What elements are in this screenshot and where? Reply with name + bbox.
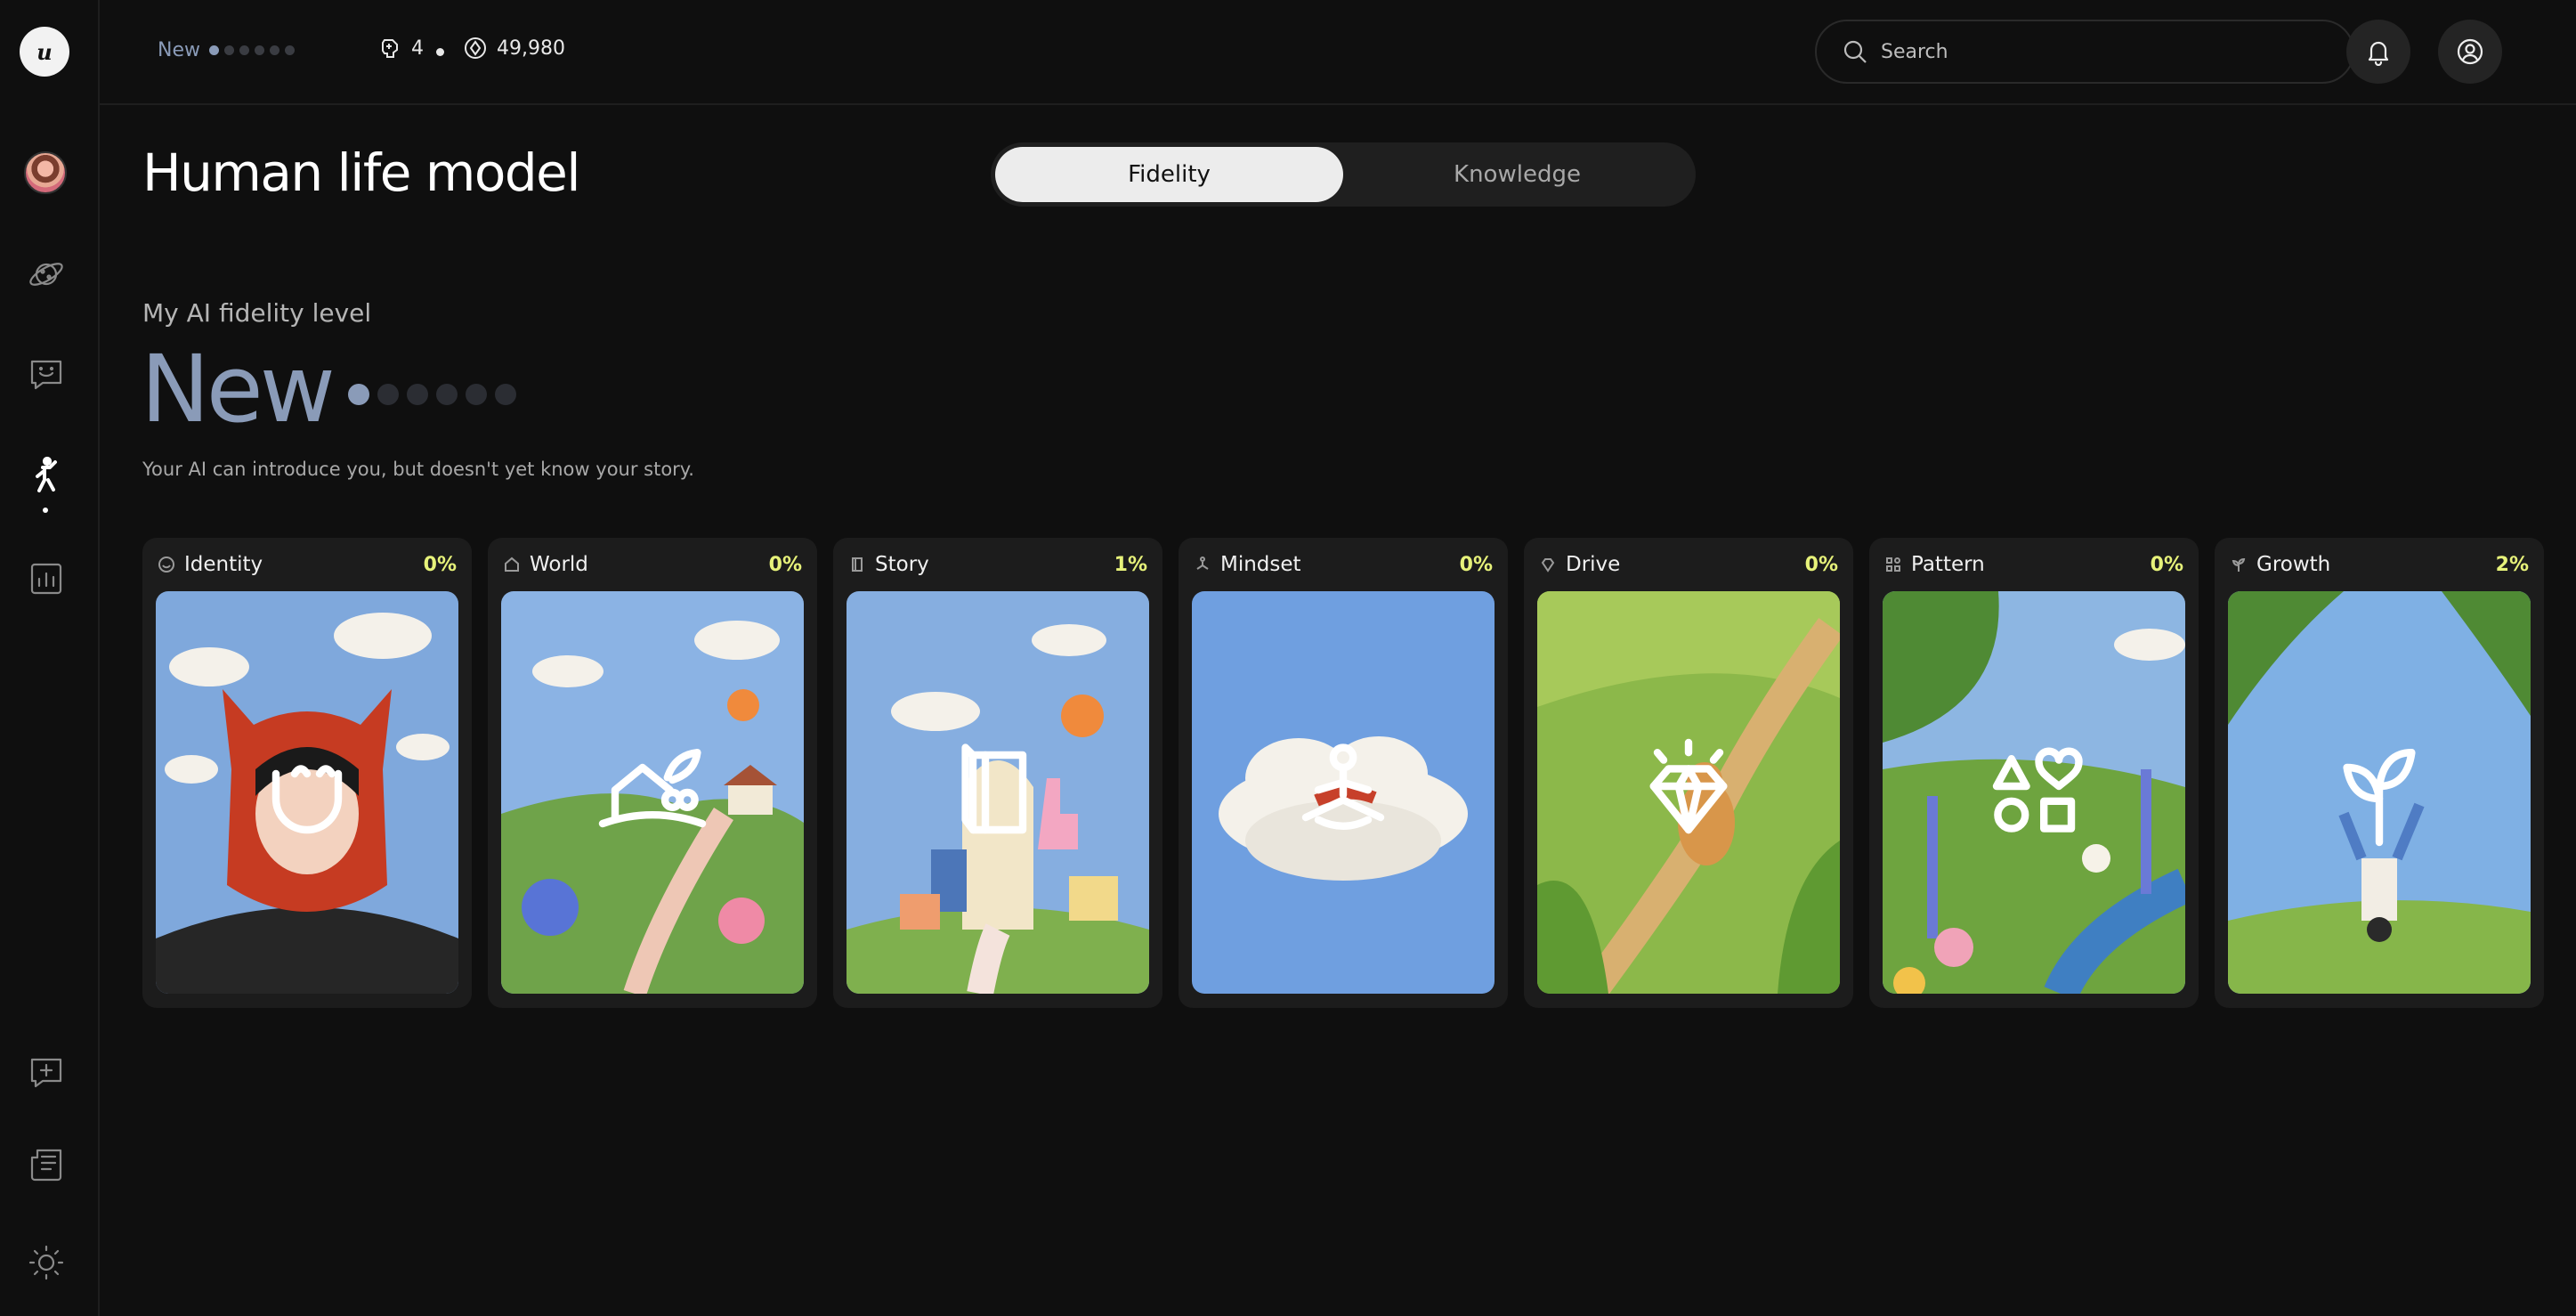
profile-button[interactable] bbox=[2438, 20, 2502, 84]
sidebar-item-stats[interactable] bbox=[21, 554, 71, 604]
sidebar-item-explore[interactable] bbox=[21, 249, 71, 299]
chart-icon bbox=[30, 563, 62, 595]
sun-icon bbox=[28, 1245, 64, 1280]
top-bar: New 4 49,980 bbox=[100, 0, 2576, 105]
card-story[interactable]: Story 1% bbox=[833, 538, 1162, 1008]
shapes-icon bbox=[1886, 557, 1900, 572]
search-icon bbox=[1843, 40, 1867, 63]
card-percent: 1% bbox=[1114, 553, 1147, 576]
card-name: Mindset bbox=[1220, 553, 1301, 576]
level-indicator: New bbox=[158, 39, 295, 61]
sidebar-item-chat[interactable] bbox=[21, 349, 71, 399]
sprout-icon bbox=[2232, 557, 2246, 572]
level-dot bbox=[347, 384, 369, 405]
category-cards: Identity 0% World 0% Story 1% Mindset 0%… bbox=[142, 538, 2544, 1008]
level-dot bbox=[239, 45, 249, 55]
house-icon bbox=[505, 556, 519, 572]
identity-glyph-icon bbox=[271, 765, 343, 834]
card-world[interactable]: World 0% bbox=[488, 538, 817, 1008]
fidelity-level: New bbox=[141, 343, 516, 435]
user-circle-icon bbox=[2457, 38, 2483, 65]
search-bar[interactable] bbox=[1815, 20, 2354, 84]
level-dot bbox=[494, 384, 516, 405]
card-name: Story bbox=[875, 553, 929, 576]
notifications-button[interactable] bbox=[2346, 20, 2410, 84]
coin-icon bbox=[465, 37, 486, 59]
card-growth[interactable]: Growth 2% bbox=[2215, 538, 2544, 1008]
card-drive[interactable]: Drive 0% bbox=[1524, 538, 1853, 1008]
card-name: World bbox=[530, 553, 588, 576]
world-glyph-icon bbox=[598, 749, 707, 828]
planet-icon bbox=[29, 263, 63, 286]
card-percent: 0% bbox=[1804, 553, 1838, 576]
fidelity-label: My AI fidelity level bbox=[142, 298, 372, 328]
drive-glyph-icon bbox=[1649, 738, 1728, 834]
chat-plus-icon bbox=[30, 1058, 62, 1088]
card-name: Growth bbox=[2256, 553, 2331, 576]
bell-icon bbox=[2368, 41, 2389, 66]
person-icon bbox=[36, 456, 57, 492]
card-percent: 2% bbox=[2495, 553, 2529, 576]
sidebar: u bbox=[0, 0, 100, 1316]
level-dot bbox=[255, 45, 264, 55]
separator-dot bbox=[436, 48, 444, 56]
page-title: Human life model bbox=[142, 142, 580, 203]
sidebar-item-life-model[interactable] bbox=[21, 451, 71, 500]
search-input[interactable] bbox=[1881, 40, 2308, 63]
level-dot bbox=[465, 384, 487, 405]
newspaper-icon bbox=[30, 1149, 62, 1182]
card-percent: 0% bbox=[768, 553, 802, 576]
tab-knowledge[interactable]: Knowledge bbox=[1343, 147, 1691, 202]
diamond-icon bbox=[1541, 558, 1555, 573]
meditation-icon bbox=[1196, 556, 1209, 570]
app-logo[interactable]: u bbox=[20, 27, 69, 77]
chat-smile-icon bbox=[30, 360, 62, 390]
pattern-glyph-icon bbox=[1992, 747, 2083, 833]
level-dot bbox=[209, 45, 219, 55]
memories-count: 4 bbox=[377, 36, 424, 61]
new-chat-button[interactable] bbox=[21, 1047, 71, 1097]
card-name: Identity bbox=[184, 553, 263, 576]
level-dot bbox=[285, 45, 295, 55]
news-button[interactable] bbox=[21, 1140, 71, 1190]
card-illustration bbox=[847, 591, 1149, 994]
level-name: New bbox=[141, 335, 336, 443]
card-pattern[interactable]: Pattern 0% bbox=[1869, 538, 2199, 1008]
view-toggle: Fidelity Knowledge bbox=[991, 142, 1696, 207]
level-description: Your AI can introduce you, but doesn't y… bbox=[142, 459, 694, 480]
book-icon bbox=[852, 557, 863, 572]
theme-toggle[interactable] bbox=[21, 1238, 71, 1288]
active-indicator bbox=[43, 508, 48, 513]
level-dot bbox=[224, 45, 234, 55]
card-percent: 0% bbox=[2150, 553, 2183, 576]
card-illustration bbox=[2228, 591, 2531, 994]
card-illustration bbox=[501, 591, 804, 994]
level-progress-dots bbox=[347, 384, 516, 405]
tab-fidelity[interactable]: Fidelity bbox=[995, 147, 1343, 202]
story-glyph-icon bbox=[961, 743, 1027, 834]
points-count: 49,980 bbox=[463, 36, 565, 61]
level-dot bbox=[377, 384, 399, 405]
card-illustration bbox=[1192, 591, 1495, 994]
card-percent: 0% bbox=[423, 553, 457, 576]
level-dot bbox=[435, 384, 458, 405]
card-illustration bbox=[1537, 591, 1840, 994]
brain-icon bbox=[382, 39, 398, 58]
card-percent: 0% bbox=[1459, 553, 1493, 576]
level-dot bbox=[270, 45, 279, 55]
growth-glyph-icon bbox=[2343, 749, 2416, 847]
card-identity[interactable]: Identity 0% bbox=[142, 538, 472, 1008]
avatar[interactable] bbox=[24, 151, 67, 194]
level-label: New bbox=[158, 39, 200, 61]
card-illustration bbox=[1883, 591, 2185, 994]
level-dots bbox=[209, 45, 295, 55]
mindset-glyph-icon bbox=[1301, 743, 1385, 830]
card-name: Drive bbox=[1566, 553, 1621, 576]
card-illustration bbox=[156, 591, 458, 994]
smile-icon bbox=[158, 556, 174, 573]
card-mindset[interactable]: Mindset 0% bbox=[1179, 538, 1508, 1008]
level-dot bbox=[406, 384, 428, 405]
card-name: Pattern bbox=[1911, 553, 1985, 576]
